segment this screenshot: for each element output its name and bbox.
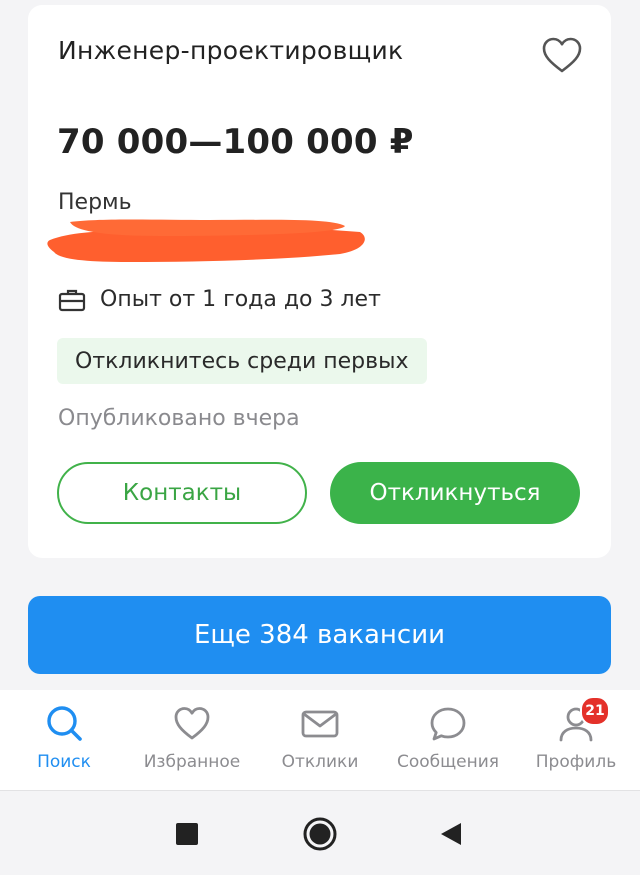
contacts-button[interactable]: Контакты	[57, 462, 307, 524]
redaction-scribble	[47, 219, 365, 262]
tab-responses[interactable]: Отклики	[256, 690, 384, 790]
search-icon	[47, 706, 82, 741]
tab-search-label: Поиск	[37, 752, 91, 772]
tab-profile-label: Профиль	[535, 752, 617, 772]
tab-favorites-label: Избранное	[143, 752, 241, 772]
favorite-button[interactable]	[540, 35, 584, 75]
home-circle-icon	[303, 817, 337, 851]
tab-responses-label: Отклики	[281, 752, 359, 772]
heart-outline-icon	[542, 37, 582, 73]
back-triangle-icon	[441, 823, 461, 845]
vacancy-card[interactable]: Инженер-проектировщик 70 000—100 000 ₽ П…	[28, 5, 611, 558]
bottom-tab-bar: Поиск Избранное Отклики Сообщения 21 Про…	[0, 690, 640, 790]
apply-button[interactable]: Откликнуться	[330, 462, 580, 524]
tab-messages-label: Сообщения	[396, 752, 500, 772]
early-response-badge: Откликнитесь среди первых	[57, 338, 427, 384]
tab-messages[interactable]: Сообщения	[384, 690, 512, 790]
home-button[interactable]	[302, 816, 338, 856]
tab-profile[interactable]: 21 Профиль	[512, 690, 640, 790]
briefcase-icon	[58, 289, 86, 311]
published-date: Опубликовано вчера	[58, 406, 300, 431]
tab-search[interactable]: Поиск	[0, 690, 128, 790]
vacancy-title[interactable]: Инженер-проектировщик	[58, 36, 403, 65]
experience-row: Опыт от 1 года до 3 лет	[58, 287, 381, 312]
chat-bubble-icon	[430, 707, 466, 741]
square-icon	[176, 823, 198, 845]
system-navigation-bar	[0, 790, 640, 875]
envelope-icon	[301, 710, 339, 738]
experience-text: Опыт от 1 года до 3 лет	[100, 287, 381, 312]
more-vacancies-button[interactable]: Еще 384 вакансии	[28, 596, 611, 674]
tab-favorites[interactable]: Избранное	[128, 690, 256, 790]
recents-button[interactable]	[176, 823, 198, 849]
back-button[interactable]	[440, 822, 462, 850]
notification-count-badge: 21	[580, 696, 610, 726]
salary-range: 70 000—100 000 ₽	[57, 122, 414, 162]
heart-icon	[174, 707, 210, 740]
